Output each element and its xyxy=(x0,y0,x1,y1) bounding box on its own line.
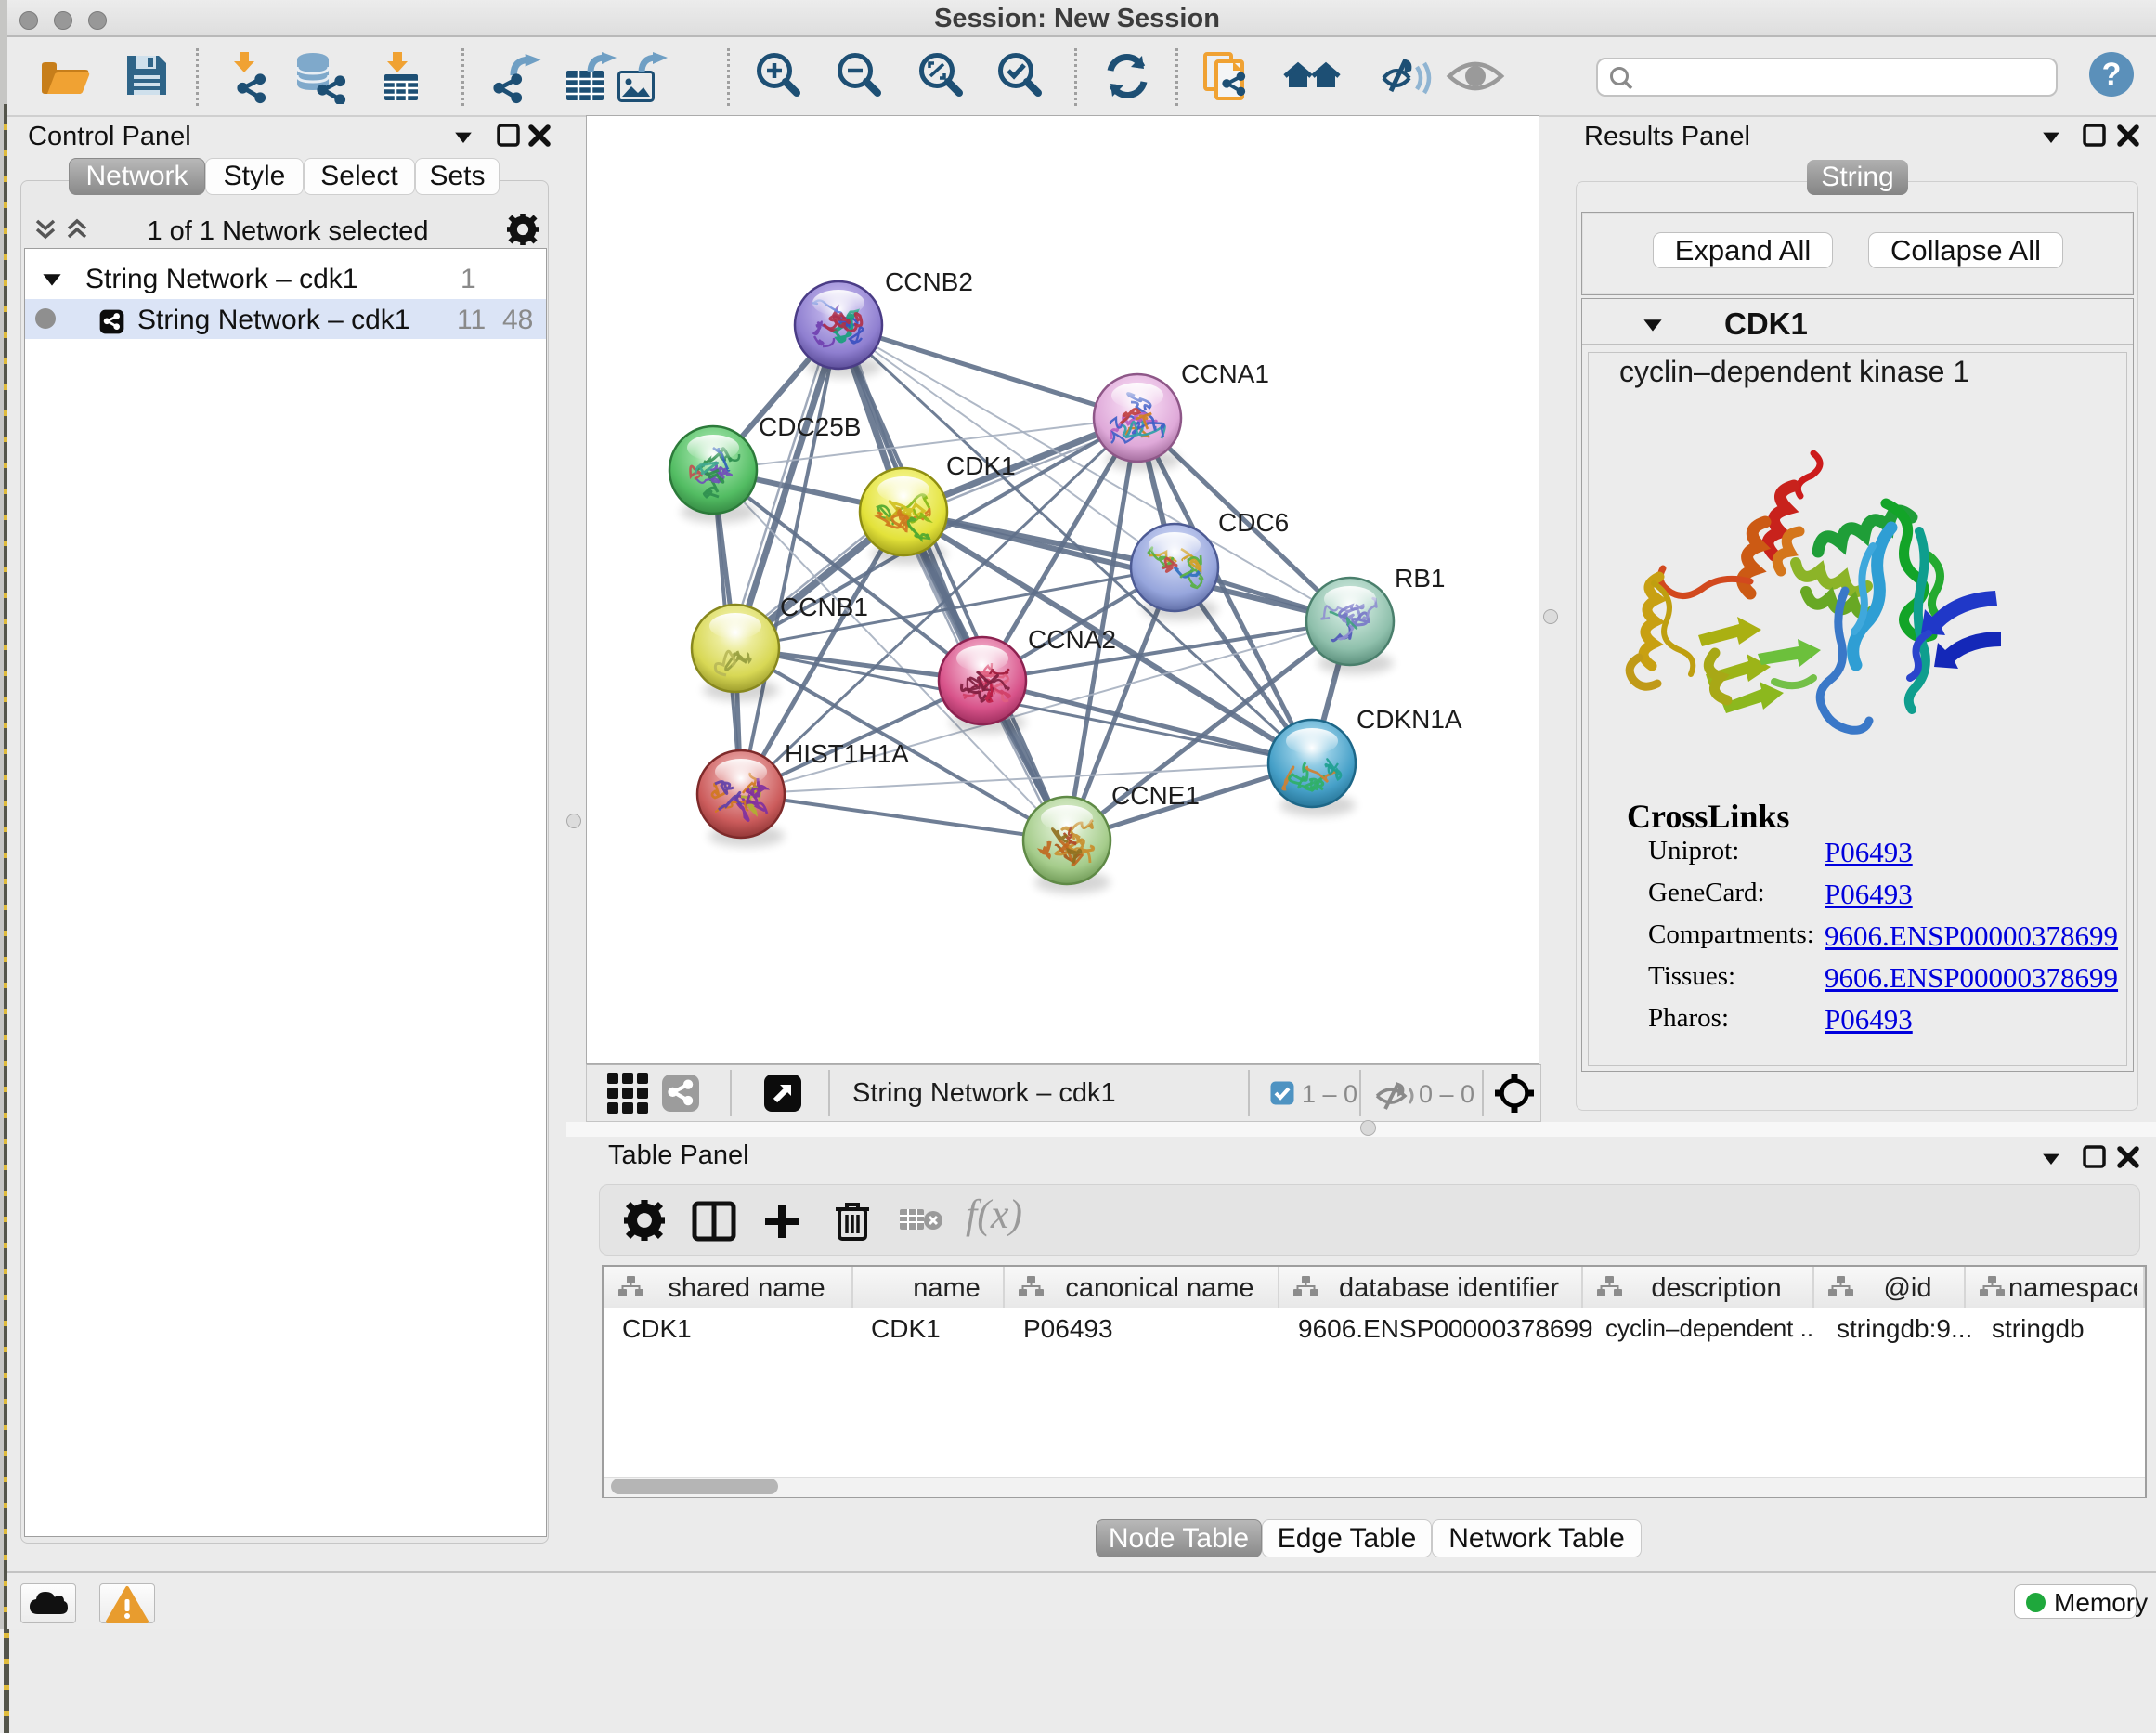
svg-text:CCNB1: CCNB1 xyxy=(780,593,868,621)
svg-text:CCNA2: CCNA2 xyxy=(1028,625,1116,654)
svg-text:RB1: RB1 xyxy=(1395,564,1445,593)
svg-text:CDC25B: CDC25B xyxy=(759,412,861,441)
svg-text:CCNB2: CCNB2 xyxy=(885,267,973,296)
svg-text:HIST1H1A: HIST1H1A xyxy=(785,739,909,768)
svg-text:CCNE1: CCNE1 xyxy=(1111,781,1200,810)
svg-text:CCNA1: CCNA1 xyxy=(1181,359,1269,388)
svg-text:?: ? xyxy=(2102,57,2122,92)
svg-text:CDK1: CDK1 xyxy=(946,451,1016,480)
svg-text:CDKN1A: CDKN1A xyxy=(1357,705,1462,734)
svg-text:CDC6: CDC6 xyxy=(1218,508,1289,537)
